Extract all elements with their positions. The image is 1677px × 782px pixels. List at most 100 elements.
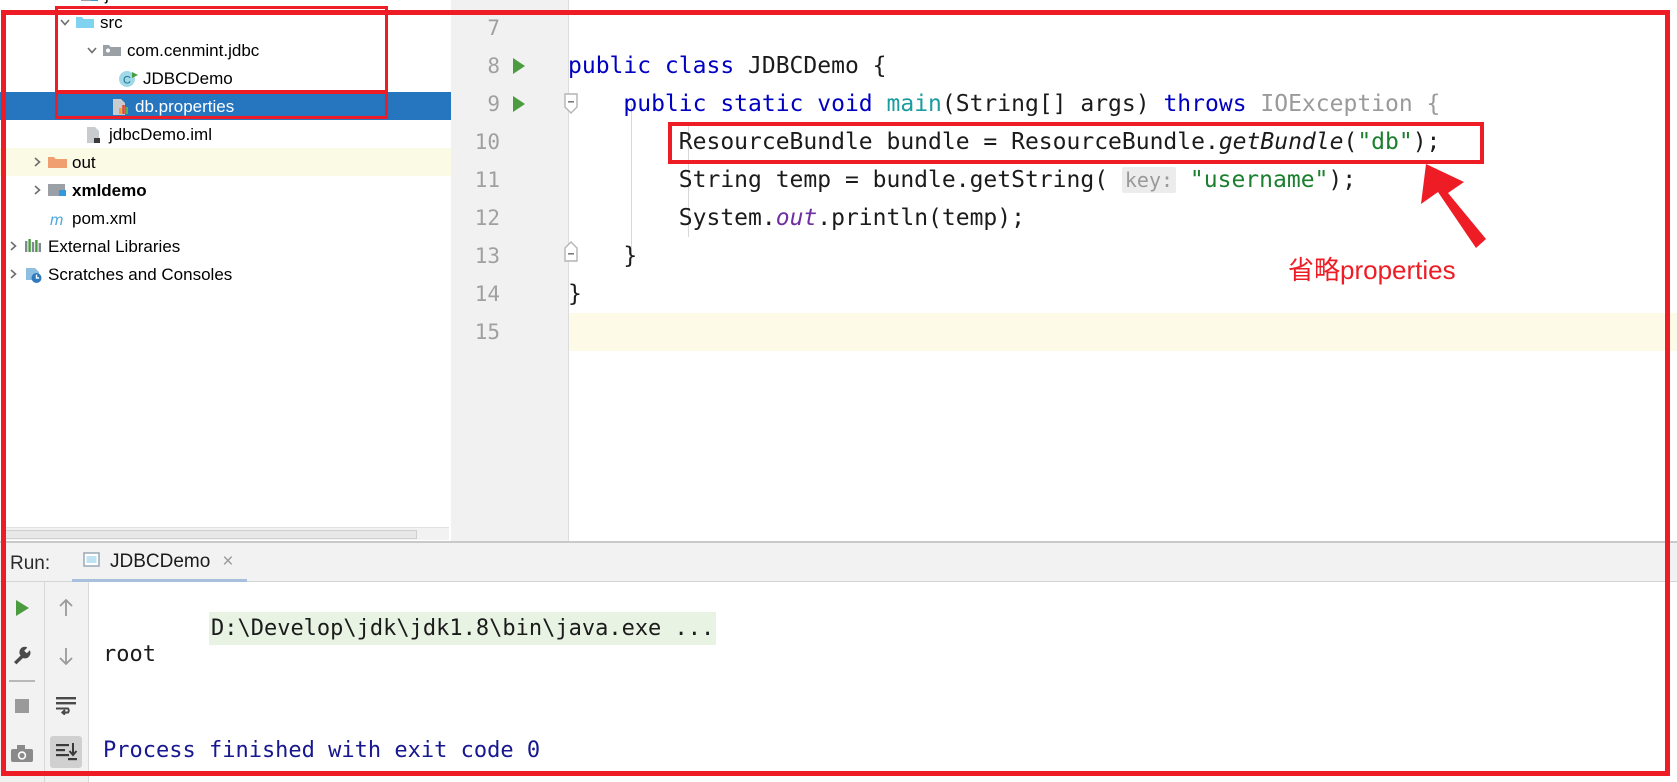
editor-gutter[interactable]: 7 8 9 10 11 12 13 14 15 [451,0,569,541]
code-line-14[interactable]: } [568,275,582,313]
code-line-12[interactable]: System. out .println(temp); [568,199,1025,237]
code-token: main [886,91,942,117]
gutter-line-14: 14 [451,275,568,313]
sidebar-item-xmldemo[interactable]: xmldemo [0,176,451,204]
code-token: public class [568,53,749,79]
sidebar-item-xmldemo-label: xmldemo [72,180,147,200]
module-folder-icon [47,181,67,199]
project-tree-horizontal-scrollbar[interactable] [2,527,449,540]
sidebar-item-iml-label: jdbcDemo.iml [109,124,212,144]
line-number: 10 [474,130,500,154]
down-arrow-icon[interactable] [50,640,82,672]
sidebar-item-db-properties[interactable]: db.properties [0,92,451,120]
caret-row-highlight [451,313,1677,351]
chevron-right-icon[interactable] [30,183,44,197]
libraries-icon [23,237,43,255]
soft-wrap-icon[interactable] [50,688,82,720]
code-token: String temp = bundle.getString( [568,167,1122,193]
close-icon[interactable]: × [222,551,233,573]
console-output[interactable]: D:\Develop\jdk\jdk1.8\bin\java.exe ... r… [89,582,1677,782]
code-token: IOException { [1260,91,1441,117]
sidebar-item-src-label: src [100,12,123,32]
run-label: Run: [10,553,51,574]
code-line-8[interactable]: public class JDBCDemo { [568,47,887,85]
gutter-line-7: 7 [451,9,568,47]
console-line-finished: Process finished with exit code 0 [103,738,541,763]
run-toolbar-right-column [43,582,89,782]
tree-row-partial[interactable]: jdbcDemo [0,0,451,8]
chevron-down-icon[interactable] [58,15,72,29]
sidebar-item-package-label: com.cenmint.jdbc [127,40,260,60]
run-configuration-icon [82,550,102,575]
java-class-runnable-icon: C [118,69,138,87]
sidebar-item-out[interactable]: out [0,148,451,176]
gutter-line-12: 12 [451,199,568,237]
code-line-9[interactable]: public static void main (String[] args) t… [568,85,1440,123]
sidebar-item-src[interactable]: src [0,8,451,36]
code-token: } [568,281,582,307]
code-editor[interactable]: 7 8 9 10 11 12 13 14 15 public class JDB… [451,0,1677,541]
gutter-line-11: 11 [451,161,568,199]
sidebar-item-jdbcdemo-class[interactable]: C JDBCDemo [0,64,451,92]
run-tool-window[interactable]: Run: JDBCDemo × D:\Develop\jdk\jdk1.8\bi… [0,541,1677,782]
scroll-to-end-icon[interactable] [50,736,83,768]
chevron-down-icon[interactable] [85,43,99,57]
sidebar-item-external-libraries[interactable]: External Libraries [0,232,451,260]
line-number: 14 [474,282,500,306]
tab-jdbcdemo[interactable]: JDBCDemo × [72,543,243,581]
line-number: 13 [474,244,500,268]
code-token: "username" [1189,167,1329,193]
properties-file-icon [110,97,130,115]
sidebar-item-iml[interactable]: jdbcDemo.iml [0,120,451,148]
run-toolbar[interactable] [0,582,89,782]
sidebar-item-db-properties-label: db.properties [135,96,235,116]
up-arrow-icon[interactable] [50,592,82,624]
code-token: public static void [568,91,887,117]
gutter-line-10: 10 [451,123,568,161]
code-token: ); [1328,167,1357,193]
scrollbar-thumb[interactable] [5,530,417,539]
ide-screenshot: jdbcDemo src com.cenmint.jdbc [0,0,1677,782]
console-command-text: D:\Develop\jdk\jdk1.8\bin\java.exe ... [208,612,717,645]
gutter-line-8: 8 [451,47,568,85]
console-line-output: root [103,642,156,667]
scratches-icon [23,265,43,283]
sidebar-item-package[interactable]: com.cenmint.jdbc [0,36,451,64]
svg-text:C: C [123,75,131,87]
console-line-command: D:\Develop\jdk\jdk1.8\bin\java.exe ... [103,596,717,662]
sidebar-item-scratches-label: Scratches and Consoles [48,264,233,284]
chevron-right-icon[interactable] [6,239,20,253]
code-token: getBundle [1218,129,1344,155]
iml-file-icon [84,125,104,143]
code-token: out [775,205,818,231]
wrench-icon[interactable] [6,640,38,672]
module-folder-icon [80,0,100,3]
code-token: } [568,243,638,269]
code-token: ResourceBundle bundle = ResourceBundle. [568,129,1219,155]
code-token: ); [1412,129,1441,155]
stop-icon[interactable] [6,690,38,722]
tree-row-partial-label: jdbcDemo [105,0,182,3]
line-number: 8 [487,54,500,78]
project-tool-window[interactable]: jdbcDemo src com.cenmint.jdbc [0,0,451,556]
sidebar-item-pom[interactable]: m pom.xml [0,204,451,232]
code-line-10[interactable]: ResourceBundle bundle = ResourceBundle. g… [568,123,1441,161]
run-gutter-icon[interactable] [513,96,525,112]
chevron-right-icon[interactable] [30,155,44,169]
chevron-right-icon[interactable] [6,267,20,281]
sidebar-item-scratches[interactable]: Scratches and Consoles [0,260,451,288]
code-line-13[interactable]: } [568,237,637,275]
source-folder-icon [75,13,95,31]
run-gutter-icon[interactable] [513,58,525,74]
rerun-icon[interactable] [6,592,38,624]
camera-icon[interactable] [6,738,38,770]
sidebar-item-out-label: out [72,152,96,172]
line-number: 11 [474,168,500,192]
code-token: .println(temp); [817,205,1025,231]
code-token: "db" [1357,129,1413,155]
code-line-11[interactable]: String temp = bundle.getString( key: "us… [568,161,1356,199]
code-token: throws [1163,91,1261,117]
code-token: (String[] args) [941,91,1164,117]
run-panel-header: Run: JDBCDemo × [0,543,1677,582]
package-icon [102,41,122,59]
